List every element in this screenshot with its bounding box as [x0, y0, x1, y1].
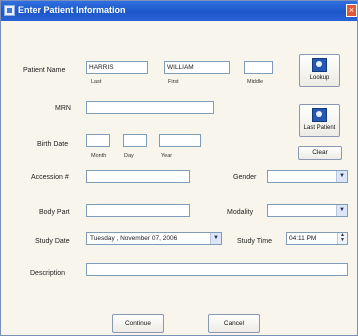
study-time-value: 04:11 PM — [289, 235, 317, 242]
body-part-field[interactable] — [86, 204, 190, 217]
description-field[interactable] — [86, 263, 348, 276]
birth-date-label: Birth Date — [37, 141, 69, 148]
last-patient-label: Last Patient — [303, 125, 336, 131]
patient-card-icon — [312, 108, 327, 122]
clear-button[interactable]: Clear — [298, 146, 342, 160]
mrn-field[interactable] — [86, 101, 214, 114]
study-date-label: Study Date — [35, 238, 70, 245]
enter-patient-dialog: Enter Patient Information × Patient Name… — [0, 0, 358, 336]
month-sublabel: Month — [91, 153, 107, 159]
birth-year-field[interactable] — [159, 134, 201, 147]
last-sublabel: Last — [91, 79, 102, 85]
title-bar[interactable]: Enter Patient Information × — [1, 1, 357, 21]
close-button[interactable]: × — [346, 4, 357, 17]
patient-name-label: Patient Name — [23, 67, 66, 74]
middle-name-field[interactable] — [244, 61, 273, 74]
day-sublabel: Day — [124, 153, 134, 159]
time-spinner[interactable]: ▲ ▼ — [337, 233, 347, 244]
gender-label: Gender — [233, 174, 257, 181]
body-part-label: Body Part — [39, 209, 70, 216]
middle-sublabel: Middle — [247, 79, 264, 85]
birth-month-field[interactable] — [86, 134, 110, 147]
modality-label: Modality — [227, 209, 254, 216]
app-icon — [4, 5, 15, 16]
study-time-field[interactable]: 04:11 PM ▲ ▼ — [286, 232, 348, 245]
lookup-icon — [312, 58, 327, 72]
cancel-button[interactable]: Cancel — [208, 314, 260, 333]
accession-field[interactable] — [86, 170, 190, 183]
study-date-value: Tuesday , November 07, 2006 — [90, 235, 178, 242]
last-patient-button[interactable]: Last Patient — [299, 104, 340, 137]
chevron-down-icon[interactable]: ▼ — [210, 233, 221, 244]
modality-select[interactable]: ▼ — [267, 204, 348, 217]
first-sublabel: First — [168, 79, 179, 85]
continue-button[interactable]: Continue — [112, 314, 164, 333]
last-name-field[interactable]: HARRIS — [86, 61, 148, 74]
birth-day-field[interactable] — [123, 134, 147, 147]
year-sublabel: Year — [161, 153, 173, 159]
study-time-label: Study Time — [237, 238, 273, 245]
mrn-label: MRN — [55, 105, 71, 112]
chevron-down-icon[interactable]: ▼ — [336, 171, 347, 182]
window-title: Enter Patient Information — [18, 5, 126, 15]
lookup-label: Lookup — [309, 75, 330, 81]
study-date-picker[interactable]: Tuesday , November 07, 2006 ▼ — [86, 232, 222, 245]
description-label: Description — [30, 270, 66, 277]
lookup-button[interactable]: Lookup — [299, 54, 340, 87]
gender-select[interactable]: ▼ — [267, 170, 348, 183]
first-name-field[interactable]: WILLIAM — [164, 61, 230, 74]
accession-label: Accession # — [31, 174, 69, 181]
chevron-down-icon[interactable]: ▼ — [336, 205, 347, 216]
